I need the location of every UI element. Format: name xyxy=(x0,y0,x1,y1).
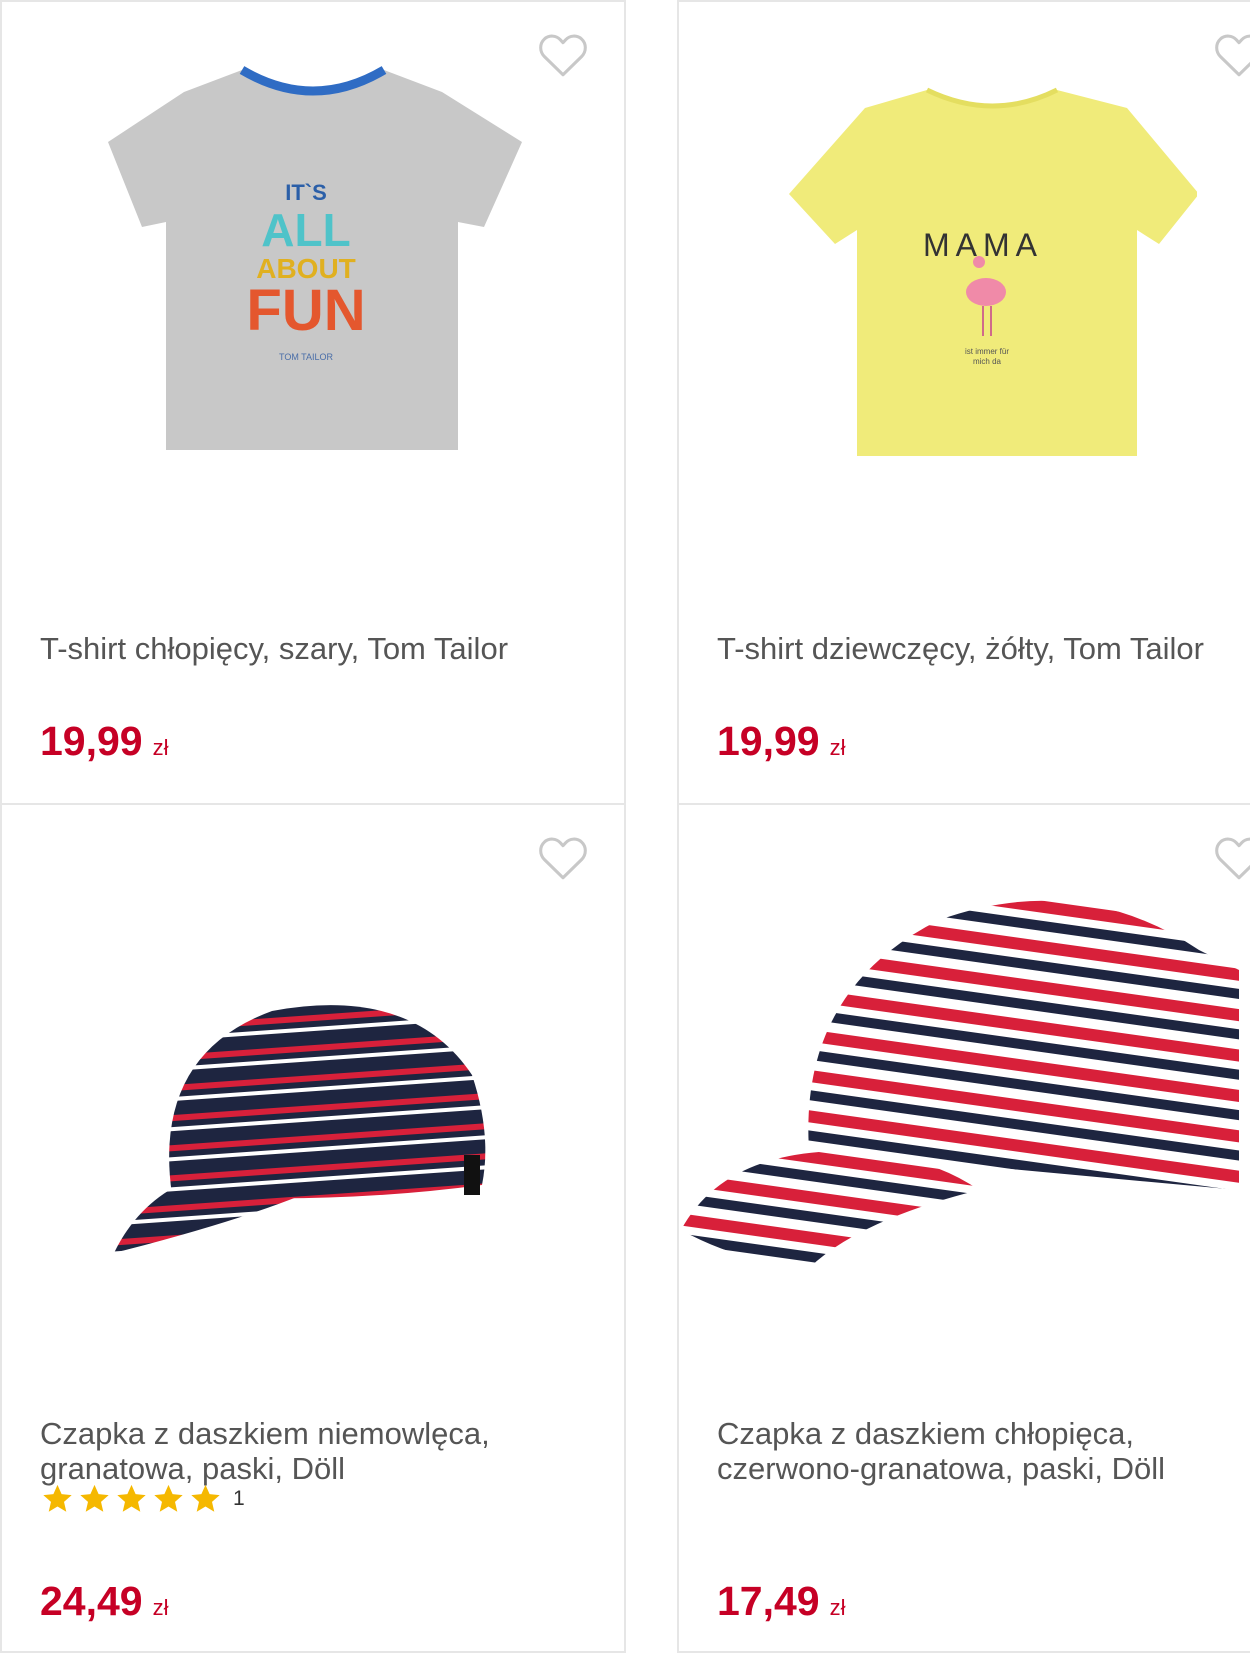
print-brand: TOM TAILOR xyxy=(279,352,334,362)
print-line-2: ist immer für xyxy=(965,347,1009,356)
product-title[interactable]: Czapka z daszkiem niemowlęca, granatowa,… xyxy=(40,1416,624,1486)
product-image-red-striped-cap[interactable] xyxy=(679,890,1239,1290)
product-card[interactable]: MAMA ist immer für mich da T-shirt dziew… xyxy=(677,0,1250,805)
star-icon xyxy=(117,1484,146,1512)
print-line-1: IT`S xyxy=(285,180,327,205)
favorite-heart-icon[interactable] xyxy=(1212,833,1250,881)
rating-stars: 1 xyxy=(40,1482,245,1516)
favorite-heart-icon[interactable] xyxy=(1212,30,1250,78)
price-currency: zł xyxy=(152,735,169,760)
product-title[interactable]: T-shirt chłopięcy, szary, Tom Tailor xyxy=(40,631,624,666)
product-title[interactable]: T-shirt dziewczęcy, żółty, Tom Tailor xyxy=(717,631,1250,666)
product-price: 19,99 zł xyxy=(717,718,846,765)
product-card[interactable]: Czapka z daszkiem niemowlęca, granatowa,… xyxy=(0,803,626,1653)
star-icon xyxy=(154,1484,183,1512)
product-card[interactable]: Czapka z daszkiem chłopięca, czerwono-gr… xyxy=(677,803,1250,1653)
price-currency: zł xyxy=(829,735,846,760)
price-currency: zł xyxy=(829,1595,846,1620)
star-icon xyxy=(80,1484,109,1512)
product-price: 19,99 zł xyxy=(40,718,169,765)
product-image-yellow-tshirt[interactable]: MAMA ist immer für mich da xyxy=(787,84,1197,464)
price-value: 24,49 xyxy=(40,1578,143,1624)
print-line-3: mich da xyxy=(973,357,1002,366)
product-card[interactable]: IT`S ALL ABOUT FUN TOM TAILOR T-shirt ch… xyxy=(0,0,626,805)
print-line-4: FUN xyxy=(246,278,365,343)
star-icon xyxy=(191,1484,220,1512)
favorite-heart-icon[interactable] xyxy=(536,833,590,881)
price-value: 19,99 xyxy=(40,718,143,764)
rating-count: 1 xyxy=(233,1487,245,1510)
print-line-2: ALL xyxy=(261,204,350,256)
price-value: 19,99 xyxy=(717,718,820,764)
price-currency: zł xyxy=(152,1595,169,1620)
product-image-navy-striped-cap[interactable] xyxy=(112,995,502,1265)
star-icon xyxy=(43,1484,72,1512)
favorite-heart-icon[interactable] xyxy=(536,30,590,78)
product-price: 17,49 zł xyxy=(717,1578,846,1625)
price-value: 17,49 xyxy=(717,1578,820,1624)
product-image-grey-tshirt[interactable]: IT`S ALL ABOUT FUN TOM TAILOR xyxy=(102,62,532,462)
product-title[interactable]: Czapka z daszkiem chłopięca, czerwono-gr… xyxy=(717,1416,1250,1486)
product-price: 24,49 zł xyxy=(40,1578,169,1625)
